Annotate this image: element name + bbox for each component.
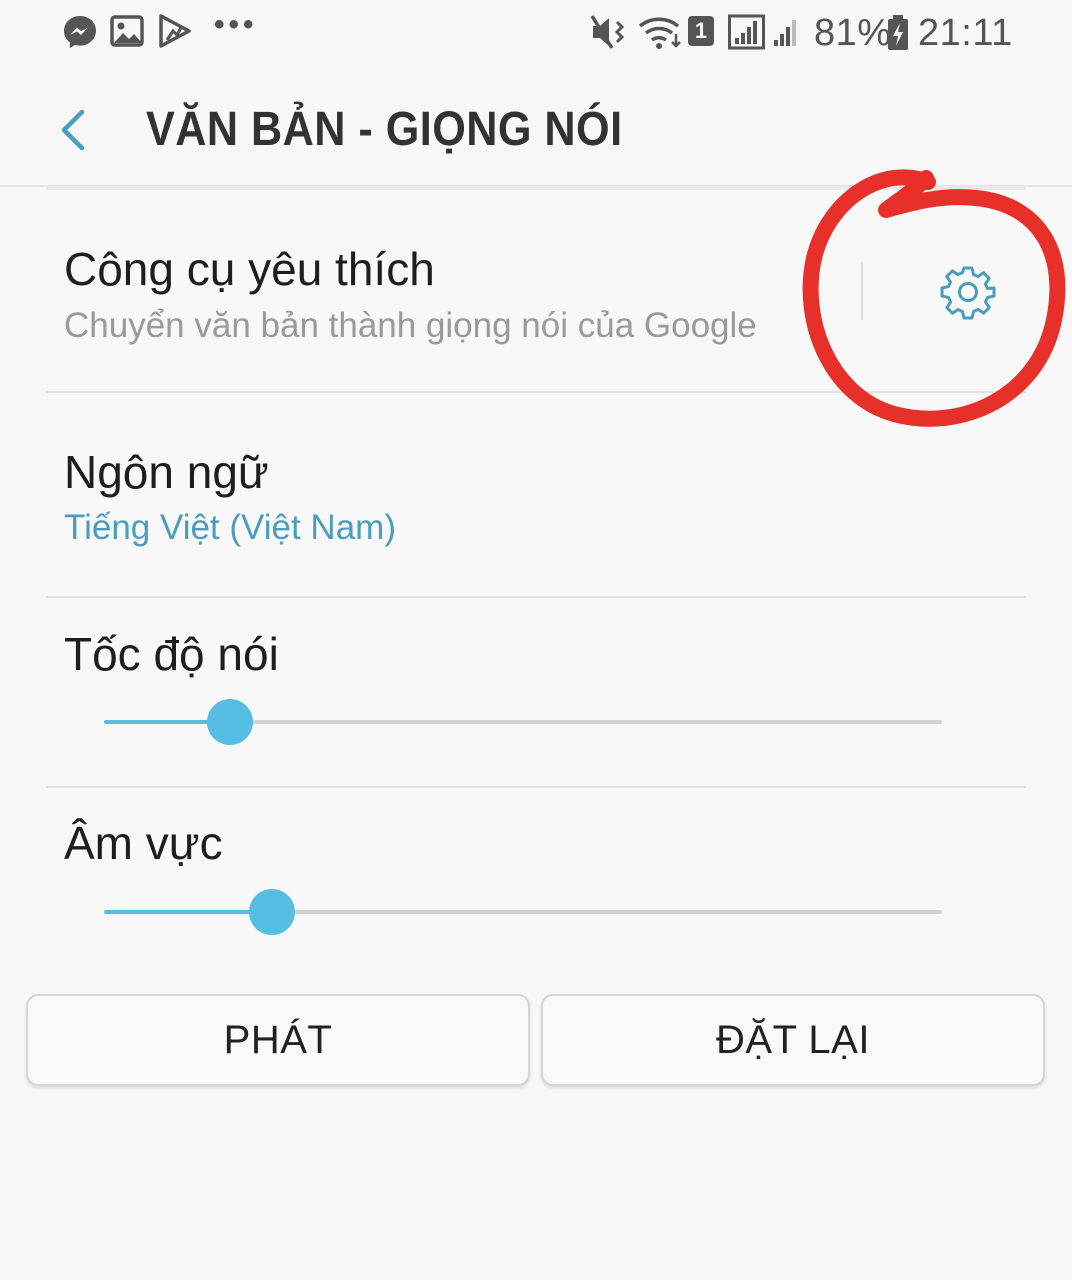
screen: ••• 1 81% 21:11 VĂN BẢN - GIỌNG NÓI Công… [0, 0, 1072, 1280]
wifi-icon [638, 14, 684, 55]
chevron-left-icon [61, 109, 85, 151]
speech-rate-title: Tốc độ nói [64, 628, 279, 680]
preferred-engine-title: Công cụ yêu thích [64, 243, 435, 295]
pitch-title: Âm vực [64, 817, 223, 869]
play-button[interactable]: PHÁT [26, 994, 530, 1086]
gear-icon [940, 266, 996, 320]
play-store-icon [158, 14, 192, 53]
reset-button[interactable]: ĐẶT LẠI [541, 994, 1045, 1086]
signal-sim1-icon [728, 14, 768, 55]
header-shadow [46, 186, 1026, 190]
status-bar: ••• 1 81% 21:11 [0, 0, 1072, 72]
battery-percent: 81% [814, 12, 892, 54]
clock: 21:11 [918, 12, 1013, 54]
mute-vibrate-icon [590, 14, 630, 55]
gallery-icon [110, 14, 144, 53]
pitch-slider[interactable] [104, 887, 942, 937]
back-button[interactable] [46, 100, 102, 156]
more-notifications-icon: ••• [214, 8, 258, 41]
vertical-separator [861, 262, 863, 320]
divider [46, 596, 1026, 598]
slider-thumb[interactable] [206, 699, 253, 745]
page-title: VĂN BẢN - GIỌNG NÓI [146, 103, 623, 156]
language-value: Tiếng Việt (Việt Nam) [64, 508, 396, 547]
slider-fill [104, 910, 272, 914]
preferred-engine-value: Chuyển văn bản thành giọng nói của Googl… [64, 306, 757, 345]
red-annotation-circle [802, 169, 1066, 427]
messenger-icon [62, 14, 98, 55]
app-bar: VĂN BẢN - GIỌNG NÓI [0, 78, 1072, 184]
battery-charging-icon [886, 14, 910, 57]
sim-1-icon: 1 [688, 16, 714, 46]
speech-rate-slider[interactable] [104, 697, 942, 747]
signal-sim2-icon [772, 14, 802, 55]
divider [46, 786, 1026, 788]
slider-thumb[interactable] [248, 889, 295, 935]
divider [46, 391, 1026, 393]
language-title: Ngôn ngữ [64, 446, 269, 498]
engine-settings-button[interactable] [938, 262, 998, 322]
